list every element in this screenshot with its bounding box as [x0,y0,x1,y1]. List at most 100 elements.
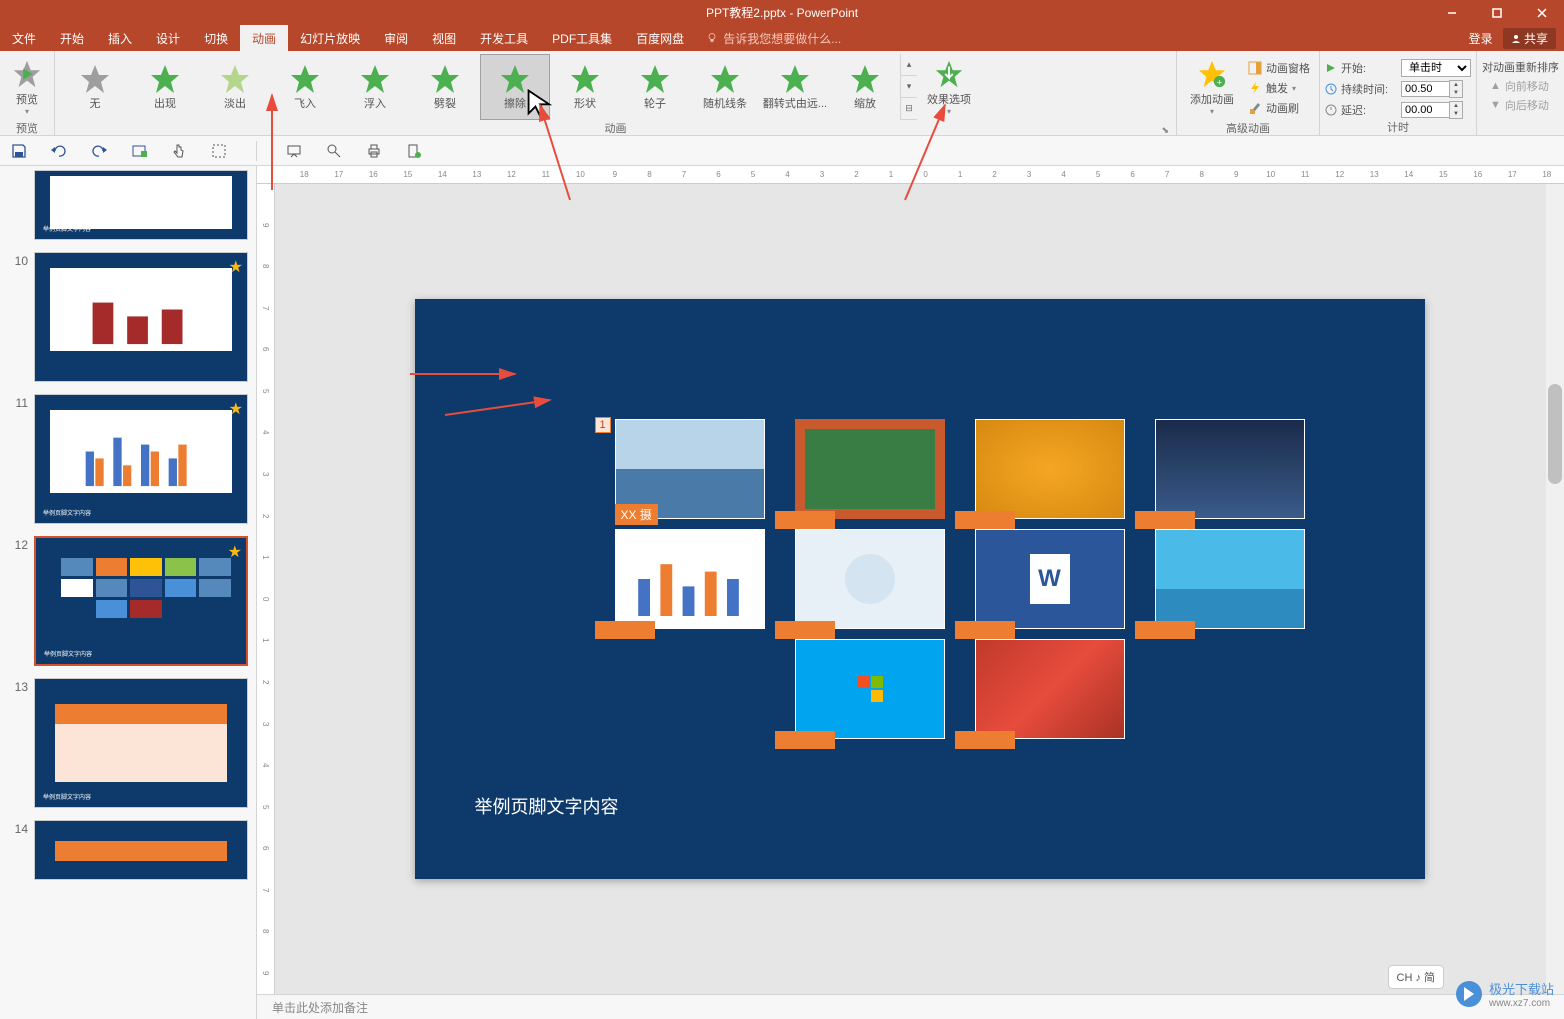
animation-number-badge[interactable]: 1 [595,417,611,433]
current-slide[interactable]: 1 W XX 摄 举例页脚文字内容 [415,299,1425,879]
menu-bar: 文件 开始 插入 设计 切换 动画 幻灯片放映 审阅 视图 开发工具 PDF工具… [0,25,1564,51]
star-icon [289,63,321,95]
duration-up[interactable]: ▲ [1450,81,1462,89]
minimize-button[interactable] [1429,0,1474,25]
grid-image[interactable] [615,529,775,629]
anim-floatin[interactable]: 浮入 [340,54,410,120]
watermark: 极光下载站 www.xz7.com [1454,979,1554,1009]
scrollbar-thumb[interactable] [1548,384,1562,484]
slide-thumb-10[interactable]: 10 ★ [0,248,256,390]
undo-button[interactable] [48,140,70,162]
slide-footer-text[interactable]: 举例页脚文字内容 [475,793,619,819]
slide-thumb-9[interactable]: 举例页脚文字内容 [0,166,256,248]
gallery-down[interactable]: ▾ [901,76,917,98]
brush-icon [1248,101,1262,115]
dialog-launcher-icon[interactable]: ⬊ [1161,125,1169,136]
close-button[interactable] [1519,0,1564,25]
touch-mode-button[interactable] [168,140,190,162]
delay-input[interactable] [1401,102,1449,118]
preview-button[interactable]: 预览 ▾ [5,54,49,120]
slide-thumb-11[interactable]: 11 ★ 举例页脚文字内容 [0,390,256,532]
grid-image[interactable] [795,639,955,739]
anim-shape[interactable]: 形状 [550,54,620,120]
grid-image[interactable] [975,639,1135,739]
title-bar: PPT教程2.pptx - PowerPoint [0,0,1564,25]
slide-thumbnail-panel[interactable]: 举例页脚文字内容 10 ★ 11 [0,166,257,1019]
anim-none[interactable]: 无 [60,54,130,120]
grid-image[interactable] [1155,419,1315,519]
gallery-more[interactable]: ⊟ [901,98,917,120]
tab-animations[interactable]: 动画 [240,25,288,51]
group-label-timing: 计时 [1325,119,1471,137]
clock-icon [1325,83,1337,95]
ime-indicator[interactable]: CH ♪ 简 [1388,965,1445,989]
tab-pdf[interactable]: PDF工具集 [540,25,624,51]
grouped-bar-chart-icon [50,410,232,493]
slide-thumb-13[interactable]: 13 举例页脚文字内容 [0,674,256,816]
tab-home[interactable]: 开始 [48,25,96,51]
anim-wheel[interactable]: 轮子 [620,54,690,120]
login-button[interactable]: 登录 [1469,30,1493,47]
vertical-scrollbar[interactable] [1546,184,1564,994]
add-animation-button[interactable]: + 添加动画 ▾ [1182,54,1242,120]
grid-image[interactable] [975,419,1135,519]
slide-thumb-12[interactable]: 12 ★ 举例页脚文字内容 [0,532,256,674]
tab-design[interactable]: 设计 [144,25,192,51]
app-title: PPT教程2.pptx - PowerPoint [706,4,858,21]
grid-image[interactable] [795,419,955,519]
slide-thumb-14[interactable]: 14 [0,816,256,888]
anim-flyin[interactable]: 飞入 [270,54,340,120]
grid-image[interactable] [795,529,955,629]
lightbulb-icon [706,32,718,44]
anim-wipe[interactable]: 擦除 [480,54,550,120]
maximize-button[interactable] [1474,0,1519,25]
grid-image[interactable] [1155,529,1315,629]
notes-pane[interactable]: 单击此处添加备注 [257,994,1564,1019]
save-button[interactable] [8,140,30,162]
tab-file[interactable]: 文件 [0,25,48,51]
share-button[interactable]: 共享 [1503,28,1556,49]
tab-insert[interactable]: 插入 [96,25,144,51]
canvas[interactable]: 1 W XX 摄 举例页脚文字内容 [275,184,1564,994]
svg-text:+: + [1217,77,1222,87]
delay-up[interactable]: ▲ [1450,102,1462,110]
move-later-button[interactable]: ▼ 向后移动 [1482,97,1559,113]
tell-me-search[interactable]: 告诉我您想要做什么... [706,30,841,47]
image-grid: W [615,419,1315,739]
move-earlier-button[interactable]: ▲ 向前移动 [1482,78,1559,94]
tab-view[interactable]: 视图 [420,25,468,51]
start-select[interactable]: 单击时 [1401,59,1471,77]
export-button[interactable] [403,140,425,162]
print-button[interactable] [363,140,385,162]
anim-randombars[interactable]: 随机线条 [690,54,760,120]
anim-zoom[interactable]: 缩放 [830,54,900,120]
tab-developer[interactable]: 开发工具 [468,25,540,51]
tab-transitions[interactable]: 切换 [192,25,240,51]
duration-down[interactable]: ▼ [1450,89,1462,97]
bar-chart-icon [50,268,232,351]
effect-options-button[interactable]: 效果选项 ▾ [919,54,979,120]
gallery-up[interactable]: ▴ [901,54,917,76]
trigger-button[interactable]: 触发 ▾ [1244,79,1314,97]
redo-button[interactable] [88,140,110,162]
from-beginning-button[interactable] [283,140,305,162]
tab-baidu[interactable]: 百度网盘 [624,25,696,51]
grid-image[interactable]: W [975,529,1135,629]
duration-input[interactable] [1401,81,1449,97]
group-label-preview: 预览 [5,120,49,138]
tab-review[interactable]: 审阅 [372,25,420,51]
first-image-label[interactable]: XX 摄 [615,504,658,525]
zoom-button[interactable] [323,140,345,162]
new-slide-button[interactable] [128,140,150,162]
anim-growturn[interactable]: 翻转式由远... [760,54,830,120]
animation-pane-button[interactable]: 动画窗格 [1244,59,1314,77]
star-plus-icon: + [1197,59,1227,89]
delay-down[interactable]: ▼ [1450,110,1462,118]
animation-painter-button[interactable]: 动画刷 [1244,99,1314,117]
print-area-button[interactable] [208,140,230,162]
anim-appear[interactable]: 出现 [130,54,200,120]
tab-slideshow[interactable]: 幻灯片放映 [288,25,372,51]
anim-fade[interactable]: 淡出 [200,54,270,120]
printer-icon [366,143,382,159]
anim-split[interactable]: 劈裂 [410,54,480,120]
